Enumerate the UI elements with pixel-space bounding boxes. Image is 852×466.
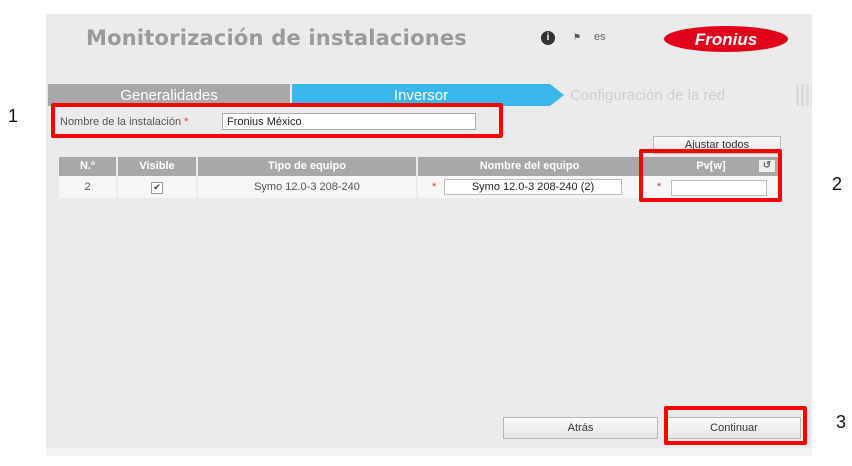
required-mark: * <box>432 181 437 193</box>
annotation-box-2 <box>639 149 782 202</box>
annotation-box-1 <box>51 103 503 138</box>
cell-device-type: Symo 12.0-3 208-240 <box>198 176 416 198</box>
col-header-visible: Visible <box>118 157 196 176</box>
main-panel <box>46 14 812 456</box>
back-button[interactable]: Atrás <box>503 417 658 439</box>
col-header-device-name: Nombre del equipo <box>418 157 641 176</box>
footer-strip <box>46 448 812 456</box>
step-arrow <box>550 84 564 106</box>
visible-checkbox[interactable]: ✔ <box>151 182 163 194</box>
device-name-input[interactable]: Symo 12.0-3 208-240 (2) <box>444 179 622 195</box>
cell-device-name: * Symo 12.0-3 208-240 (2) <box>418 176 641 198</box>
step-network-config[interactable]: Configuración de la red <box>566 84 800 106</box>
annotation-label-2: 2 <box>832 174 843 194</box>
annotation-label-1: 1 <box>8 106 19 126</box>
language-selector[interactable]: es <box>594 31 606 43</box>
cell-visible: ✔ <box>118 176 196 198</box>
annotation-label-3: 3 <box>836 412 847 432</box>
flag-icon[interactable]: ⚑ <box>573 33 584 42</box>
logo-text: Fronius <box>695 30 757 49</box>
cell-number: 2 <box>59 176 116 198</box>
fronius-logo: Fronius <box>664 26 788 52</box>
col-header-number: N.º <box>59 157 116 176</box>
annotation-box-3 <box>664 406 807 445</box>
info-icon[interactable]: i <box>541 31 555 45</box>
page-title: Monitorización de instalaciones <box>86 26 468 50</box>
col-header-device-type: Tipo de equipo <box>198 157 416 176</box>
step-divider <box>796 84 812 106</box>
